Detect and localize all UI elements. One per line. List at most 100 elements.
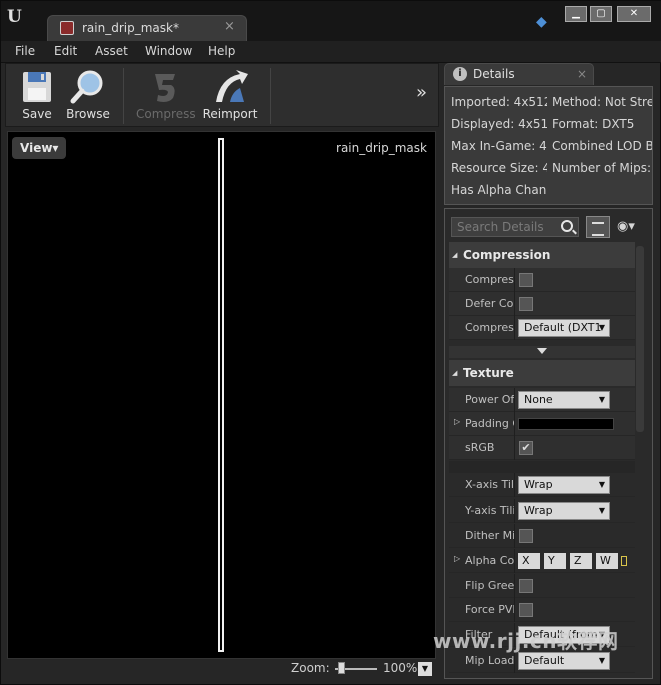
- menu-asset[interactable]: Asset: [95, 44, 128, 58]
- maximize-button[interactable]: ▢: [590, 6, 612, 22]
- srgb-checkbox[interactable]: ✔: [519, 441, 533, 455]
- reimport-button[interactable]: Reimport: [201, 66, 259, 124]
- padding-color-swatch[interactable]: [518, 418, 614, 430]
- column-divider: [514, 499, 515, 523]
- prop-label: Compress Without Alpha: [465, 273, 515, 286]
- view-options-icon[interactable]: [586, 216, 610, 238]
- expand-arrow-icon[interactable]: ▷: [454, 554, 460, 563]
- prop-label: X-axis Tiling Method: [465, 478, 515, 491]
- alpha-coverage-y-field[interactable]: Y: [544, 553, 566, 569]
- prop-compress-without-alpha: Compress Without Alpha: [449, 268, 635, 292]
- prop-compression-settings: Compression Settings Default (DXT1: [449, 316, 635, 340]
- info-icon: i: [453, 67, 467, 81]
- menu-bar: File Edit Asset Window Help: [1, 41, 661, 63]
- prop-force-pvrtc: Force PVRTC4: [449, 598, 635, 622]
- texture-asset-icon: [60, 21, 74, 35]
- prop-label: sRGB: [465, 441, 495, 454]
- scrollbar[interactable]: [636, 246, 644, 432]
- details-close-icon[interactable]: ×: [577, 67, 587, 81]
- column-divider: [514, 436, 515, 460]
- compress-without-alpha-checkbox[interactable]: [519, 273, 533, 287]
- search-details-input[interactable]: Search Details: [451, 217, 579, 237]
- document-tab[interactable]: rain_drip_mask* ×: [47, 15, 247, 41]
- info-max-in-game: Max In-Game: 4x512: [451, 139, 547, 153]
- minimize-button[interactable]: ▁: [565, 6, 587, 22]
- zoom-dropdown-icon[interactable]: ▼: [418, 662, 432, 676]
- texture-preview: [218, 138, 224, 652]
- power-of-two-dropdown[interactable]: None: [518, 391, 610, 409]
- reimport-icon: [216, 70, 248, 102]
- prop-label: Defer Compression: [465, 297, 515, 310]
- menu-help[interactable]: Help: [208, 44, 235, 58]
- column-divider: [514, 549, 515, 573]
- browse-button[interactable]: Browse: [59, 66, 117, 124]
- prop-flip-green: Flip Green Channel: [449, 574, 635, 598]
- zoom-slider-handle[interactable]: [338, 662, 345, 674]
- texture-viewport[interactable]: View▾ rain_drip_mask: [7, 131, 436, 659]
- eye-visibility-icon[interactable]: ◉▾: [617, 219, 635, 234]
- column-divider: [514, 473, 515, 497]
- x-axis-tiling-dropdown[interactable]: Wrap: [518, 476, 610, 494]
- menu-edit[interactable]: Edit: [54, 44, 77, 58]
- prop-label: Mip Load Options: [465, 654, 515, 667]
- prop-dither-mip: Dither Mip Map Alpha: [449, 524, 635, 548]
- flip-green-checkbox[interactable]: [519, 579, 533, 593]
- browse-label: Browse: [66, 107, 110, 121]
- column-divider: [514, 268, 515, 292]
- category-texture[interactable]: Texture: [449, 360, 635, 386]
- info-imported: Imported: 4x512: [451, 95, 547, 109]
- column-divider: [514, 574, 515, 598]
- alpha-coverage-w-field[interactable]: W: [596, 553, 618, 569]
- prop-label: Power Of Two Mode: [465, 393, 515, 406]
- defer-compression-checkbox[interactable]: [519, 297, 533, 311]
- prop-defer-compression: Defer Compression: [449, 292, 635, 316]
- details-tab-label: Details: [473, 67, 515, 81]
- unreal-logo-icon: U: [7, 7, 22, 27]
- prop-label: Flip Green Channel: [465, 579, 515, 592]
- info-resource-size: Resource Size: 4 KB: [451, 161, 547, 175]
- info-combined-lod: Combined LOD Bias: [552, 139, 652, 153]
- column-divider: [514, 412, 515, 436]
- compress-button[interactable]: Compress: [136, 66, 196, 124]
- prop-padding-color: ▷ Padding Color: [449, 412, 635, 436]
- prop-srgb: sRGB ✔: [449, 436, 635, 460]
- expand-arrow-icon[interactable]: ▷: [454, 417, 460, 426]
- info-method: Method: Not Streamed: [552, 95, 652, 109]
- column-divider: [514, 598, 515, 622]
- category-compression[interactable]: Compression: [449, 242, 635, 268]
- prop-power-of-two: Power Of Two Mode None: [449, 388, 635, 412]
- column-divider: [514, 292, 515, 316]
- details-tab[interactable]: i Details ×: [444, 63, 594, 85]
- advanced-expander[interactable]: [449, 346, 635, 358]
- save-button[interactable]: Save: [8, 66, 66, 124]
- zoom-label: Zoom:: [291, 661, 330, 675]
- prop-x-axis-tiling: X-axis Tiling Method Wrap: [449, 473, 635, 497]
- info-format: Format: DXT5: [552, 117, 635, 131]
- prop-alpha-coverage: ▷ Alpha Coverage Thresholds X Y Z W: [449, 549, 635, 573]
- force-pvrtc-checkbox[interactable]: [519, 603, 533, 617]
- menu-file[interactable]: File: [15, 44, 35, 58]
- mip-load-dropdown[interactable]: Default: [518, 652, 610, 670]
- alpha-coverage-x-field[interactable]: X: [518, 553, 540, 569]
- reimport-label: Reimport: [202, 107, 258, 121]
- reset-to-default-icon[interactable]: [621, 556, 627, 566]
- alpha-coverage-z-field[interactable]: Z: [570, 553, 592, 569]
- save-label: Save: [22, 107, 52, 121]
- column-divider: [514, 388, 515, 412]
- prop-label: Y-axis Tiling Method: [465, 504, 515, 517]
- view-menu-button[interactable]: View▾: [12, 137, 66, 159]
- properties-panel: Search Details ◉▾ Compression Compress W…: [444, 208, 653, 679]
- menu-window[interactable]: Window: [145, 44, 192, 58]
- y-axis-tiling-dropdown[interactable]: Wrap: [518, 502, 610, 520]
- magnifier-icon: [70, 70, 103, 104]
- search-icon[interactable]: [561, 220, 573, 232]
- toolbar-expand-icon[interactable]: »: [416, 82, 427, 103]
- close-button[interactable]: ✕: [617, 6, 651, 22]
- tab-close-icon[interactable]: ×: [224, 19, 235, 34]
- dither-mip-checkbox[interactable]: [519, 529, 533, 543]
- graduation-cap-icon[interactable]: ◆: [536, 14, 547, 30]
- column-divider: [514, 316, 515, 340]
- compression-settings-dropdown[interactable]: Default (DXT1: [518, 319, 610, 337]
- title-bar: U rain_drip_mask* × ◆ ▁ ▢ ✕: [1, 1, 661, 41]
- zoom-bar: Zoom: 100% ▼: [7, 659, 436, 679]
